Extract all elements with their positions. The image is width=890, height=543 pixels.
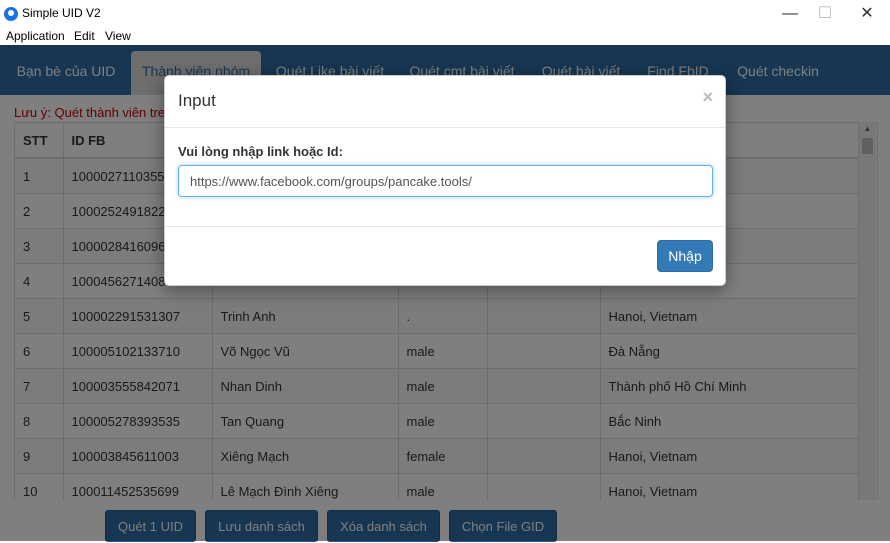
dialog-header: Input × (165, 76, 725, 128)
menu-view[interactable]: View (105, 29, 131, 43)
window-title: Simple UID V2 (22, 6, 101, 20)
input-dialog: Input × Vui lòng nhập link hoặc Id: Nhập (164, 75, 726, 286)
menu-edit[interactable]: Edit (74, 29, 95, 43)
menu-application[interactable]: Application (6, 29, 65, 43)
close-icon[interactable]: × (702, 87, 713, 108)
maximize-button[interactable]: ☐ (805, 0, 845, 28)
menu-bar: Application Edit View (0, 28, 890, 45)
app-icon (4, 7, 18, 21)
link-input[interactable] (178, 165, 713, 197)
minimize-button[interactable]: — (770, 0, 810, 28)
submit-button[interactable]: Nhập (657, 240, 713, 272)
close-window-button[interactable]: ✕ (847, 0, 887, 28)
title-bar: Simple UID V2 — ☐ ✕ (0, 0, 890, 28)
dialog-divider (165, 226, 725, 227)
dialog-title: Input (178, 91, 216, 110)
link-label: Vui lòng nhập link hoặc Id: (178, 144, 343, 159)
